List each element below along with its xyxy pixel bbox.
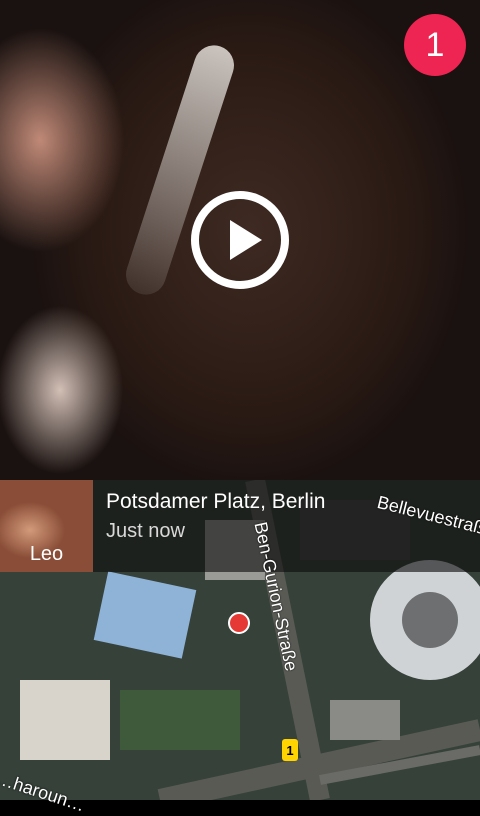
map-pin-icon[interactable]: [228, 612, 250, 634]
play-icon[interactable]: [190, 190, 290, 290]
sender-thumbnail[interactable]: Leo: [0, 480, 93, 572]
badge-count: 1: [425, 25, 445, 64]
location-title: Potsdamer Platz, Berlin: [106, 490, 326, 513]
map-marker[interactable]: 1: [282, 739, 298, 761]
sender-name: Leo: [29, 543, 64, 565]
location-time: Just now: [106, 520, 185, 542]
notification-badge[interactable]: 1: [404, 14, 466, 76]
